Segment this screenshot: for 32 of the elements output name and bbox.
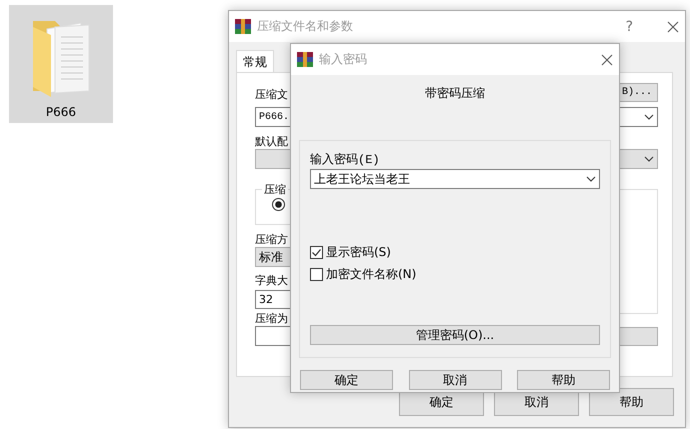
help-button[interactable]: ? [626, 18, 633, 34]
folder-tile[interactable]: P666 [9, 5, 113, 123]
chevron-icon [644, 114, 654, 120]
group-label: 压缩 [262, 182, 288, 197]
checkbox[interactable] [310, 268, 323, 280]
field-label: 默认配 [255, 135, 288, 149]
dialog-title: 输入密码 [319, 51, 368, 68]
manage-passwords-button[interactable]: 管理密码(O)... [310, 325, 600, 345]
close-icon[interactable] [667, 20, 679, 32]
close-icon[interactable] [601, 54, 613, 66]
field-label: 压缩文 [255, 88, 288, 102]
books-icon [297, 52, 313, 67]
chevron-icon [644, 156, 654, 162]
folder-label: P666 [46, 105, 76, 119]
checkbox[interactable] [310, 246, 323, 258]
field-label: 压缩方 [255, 233, 288, 247]
books-icon [235, 19, 251, 34]
dialog-button[interactable]: 帮助 [517, 370, 610, 390]
radio-button[interactable] [272, 198, 285, 211]
chevron-icon [586, 176, 596, 182]
dialog-button[interactable]: 取消 [408, 370, 502, 390]
tab[interactable]: 常规 [236, 50, 274, 72]
dialog-heading: 带密码压缩 [424, 85, 486, 101]
dialog-button[interactable]: 帮助 [589, 388, 674, 416]
window-title: 压缩文件名和参数 [257, 18, 354, 35]
dialog-button[interactable]: 确定 [300, 370, 393, 390]
field-label: 字典大 [255, 274, 288, 288]
checkbox-label: 显示密码(S) [326, 244, 391, 260]
checkbox-label: 加密文件名称(N) [326, 266, 416, 282]
field-label: 输入密码(E) [310, 153, 380, 167]
field-label: 压缩为 [255, 312, 288, 326]
password-combobox[interactable]: 上老王论坛当老王 [310, 169, 600, 189]
